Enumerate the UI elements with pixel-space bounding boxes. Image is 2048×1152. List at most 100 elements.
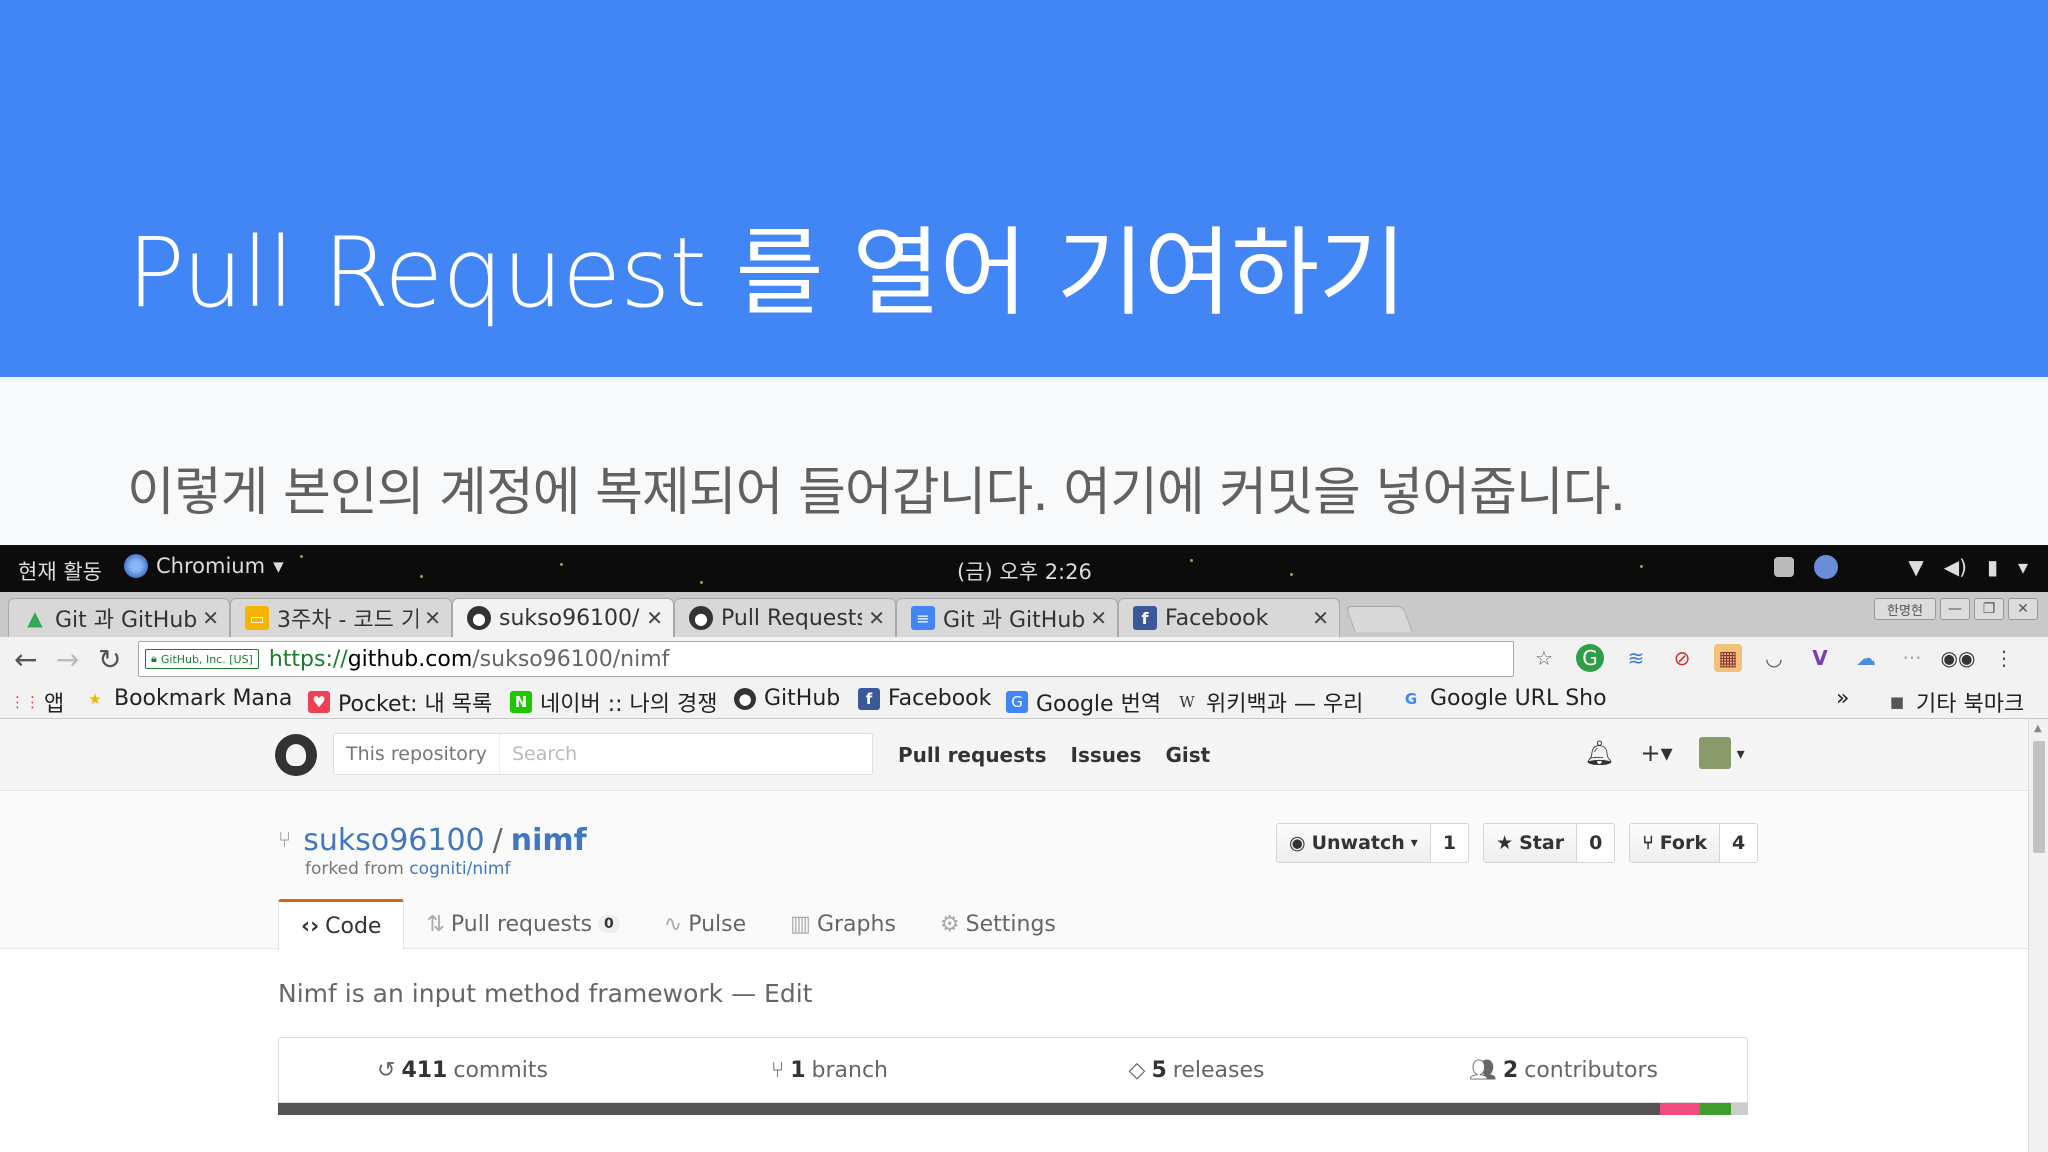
fork-button[interactable]: ⑂ Fork [1630, 824, 1720, 862]
close-icon[interactable]: ✕ [646, 606, 663, 630]
repo-title: ⑂ sukso96100 / nimf [278, 823, 587, 858]
tab[interactable]: ≡ Git 과 GitHub 를 이 ✕ [896, 598, 1118, 637]
extension-block-icon[interactable]: ⊘ [1668, 644, 1696, 672]
incognito-icon[interactable]: ◉◉ [1941, 644, 1976, 672]
close-icon[interactable]: ✕ [424, 606, 441, 630]
bookmark-folder[interactable]: ■ 기타 북마크 [1886, 686, 2036, 718]
graph-icon: ▥ [790, 911, 811, 937]
close-icon[interactable]: ✕ [2008, 598, 2038, 620]
stars-count[interactable]: 0 [1577, 824, 1615, 862]
chevron-down-icon[interactable]: ▾ [2018, 555, 2028, 579]
unwatch-button[interactable]: ◉ Unwatch ▾ [1277, 824, 1431, 862]
nav-pull-requests[interactable]: Pull requests [898, 743, 1047, 767]
notification-bell-icon[interactable]: 🔔︎ [1584, 739, 1614, 767]
reload-icon[interactable]: ↻ [98, 643, 121, 676]
profile-button[interactable]: 한명현 [1874, 598, 1936, 620]
facebook-icon: f [1133, 606, 1157, 630]
tab-pull-requests[interactable]: ⇅ Pull requests 0 [404, 899, 641, 949]
branch-stat[interactable]: ⑂ 1 branch [646, 1038, 1013, 1102]
system-tray[interactable]: ▼ ◀) ▮ ▾ [1774, 555, 2028, 579]
extension-green-icon[interactable]: G [1576, 644, 1604, 672]
gear-icon: ⚙ [939, 911, 960, 937]
bookmark-item[interactable]: ♥ Pocket: 내 목록 [308, 686, 498, 718]
back-icon[interactable]: ← [14, 643, 37, 676]
url-host: github.com [347, 646, 473, 672]
github-logo-icon[interactable] [275, 734, 317, 776]
tab-active[interactable]: ● sukso96100/nimf: N ✕ [452, 598, 674, 637]
app-name: Chromium [156, 554, 266, 578]
cloud-icon[interactable]: ☁ [1852, 644, 1880, 672]
tag-icon: ◇ [1128, 1057, 1146, 1083]
create-new-icon[interactable]: +▾ [1640, 739, 1672, 767]
bookmark-star-icon[interactable]: ☆ [1530, 644, 1558, 672]
bookmark-item[interactable]: W 위키백과 — 우리 [1176, 686, 1376, 718]
lock-icon: 🔒︎ [151, 652, 157, 665]
ev-certificate-badge[interactable]: 🔒︎ GitHub, Inc. [US] [145, 649, 259, 669]
wifi-icon: ▼ [1908, 555, 1924, 579]
bookmark-item[interactable]: ⋮⋮ 앱 [14, 686, 74, 718]
bookmark-item[interactable]: ★ Bookmark Mana [84, 686, 294, 711]
bookmark-item[interactable]: ● GitHub [734, 686, 844, 711]
tab-pulse[interactable]: ∿ Pulse [642, 899, 768, 949]
star-button[interactable]: ★ Star [1484, 824, 1578, 862]
bookmarks-bar: ⋮⋮ 앱 ★ Bookmark Mana ♥ Pocket: 내 목록 N 네이… [0, 681, 2048, 719]
github-search[interactable]: This repository Search [333, 733, 873, 775]
tab-settings[interactable]: ⚙ Settings [918, 899, 1078, 949]
nav-issues[interactable]: Issues [1071, 743, 1142, 767]
scrollbar-thumb[interactable] [2033, 741, 2045, 853]
forked-from: forked from cogniti/nimf [305, 859, 511, 879]
menu-icon[interactable]: ⋮ [1990, 644, 2018, 672]
contributors-stat[interactable]: 👥︎ 2 contributors [1380, 1038, 1747, 1102]
extension-v-icon[interactable]: V [1806, 644, 1834, 672]
screen-recorder-icon[interactable] [1774, 557, 1795, 577]
bookmark-item[interactable]: f Facebook [858, 686, 998, 711]
language-bar[interactable] [278, 1103, 1749, 1115]
releases-stat[interactable]: ◇ 5 releases [1013, 1038, 1380, 1102]
bookmarks-overflow-icon[interactable]: » [1836, 686, 1849, 711]
avatar-menu[interactable]: ▾ [1698, 737, 1745, 769]
avatar [1698, 737, 1731, 769]
window-controls: 한명현 — ❐ ✕ [1874, 598, 2038, 620]
forks-count[interactable]: 4 [1720, 824, 1758, 862]
repo-name-link[interactable]: nimf [511, 823, 587, 858]
slide-subtitle: 이렇게 본인의 계정에 복제되어 들어갑니다. 여기에 커밋을 넣어줍니다. [127, 463, 1626, 523]
pocket-icon[interactable]: ◡ [1760, 644, 1788, 672]
language-segment [1659, 1103, 1700, 1115]
tab-code[interactable]: ‹› Code [278, 899, 405, 950]
tab-graphs[interactable]: ▥ Graphs [768, 899, 918, 949]
close-icon[interactable]: ✕ [202, 606, 219, 630]
forked-from-link[interactable]: cogniti/nimf [409, 859, 510, 879]
close-icon[interactable]: ✕ [868, 606, 885, 630]
tab[interactable]: ● Pull Requests · cog ✕ [674, 598, 896, 637]
forward-icon[interactable]: → [56, 643, 79, 676]
clock[interactable]: (금) 오후 2:26 [957, 556, 1092, 586]
eye-icon: ◉ [1289, 832, 1306, 854]
scroll-up-icon[interactable]: ▲ [2034, 723, 2042, 734]
extension-sync-icon[interactable]: ≋ [1622, 644, 1650, 672]
watchers-count[interactable]: 1 [1430, 824, 1469, 862]
close-icon[interactable]: ✕ [1090, 606, 1107, 630]
minimize-icon[interactable]: — [1940, 598, 1970, 620]
search-input[interactable]: Search [500, 743, 577, 765]
pull-request-icon: ⇅ [426, 911, 445, 937]
search-scope-label: This repository [334, 734, 500, 774]
bookmark-item[interactable]: G Google 번역 [1006, 686, 1162, 718]
tab[interactable]: f Facebook ✕ [1118, 598, 1340, 637]
commits-stat[interactable]: ↺ 411 commits [279, 1038, 646, 1102]
new-tab-button[interactable] [1345, 606, 1413, 632]
tab[interactable]: ▭ 3주차 - 코드 기여하기 ✕ [230, 598, 452, 637]
extension-lastpass-icon[interactable]: ▦ [1714, 644, 1742, 672]
app-menu[interactable]: Chromium ▾ [124, 554, 284, 578]
bookmark-item[interactable]: G Google URL Sho [1400, 686, 1610, 711]
extension-dots-icon[interactable]: ··· [1898, 644, 1926, 672]
close-icon[interactable]: ✕ [1312, 606, 1329, 630]
bookmark-item[interactable]: N 네이버 :: 나의 경쟁 [510, 686, 718, 718]
activities-button[interactable]: 현재 활동 [18, 556, 102, 586]
maximize-icon[interactable]: ❐ [1974, 598, 2004, 620]
nav-gist[interactable]: Gist [1165, 743, 1210, 767]
tab[interactable]: ▲ Git 과 GitHub 를 이 ✕ [8, 598, 230, 637]
repo-owner-link[interactable]: sukso96100 [303, 823, 484, 858]
page-scrollbar[interactable]: ▲ [2028, 719, 2048, 1152]
address-bar[interactable]: 🔒︎ GitHub, Inc. [US] https:// github.com… [138, 641, 1514, 677]
chromium-tray-icon[interactable] [1814, 555, 1839, 579]
